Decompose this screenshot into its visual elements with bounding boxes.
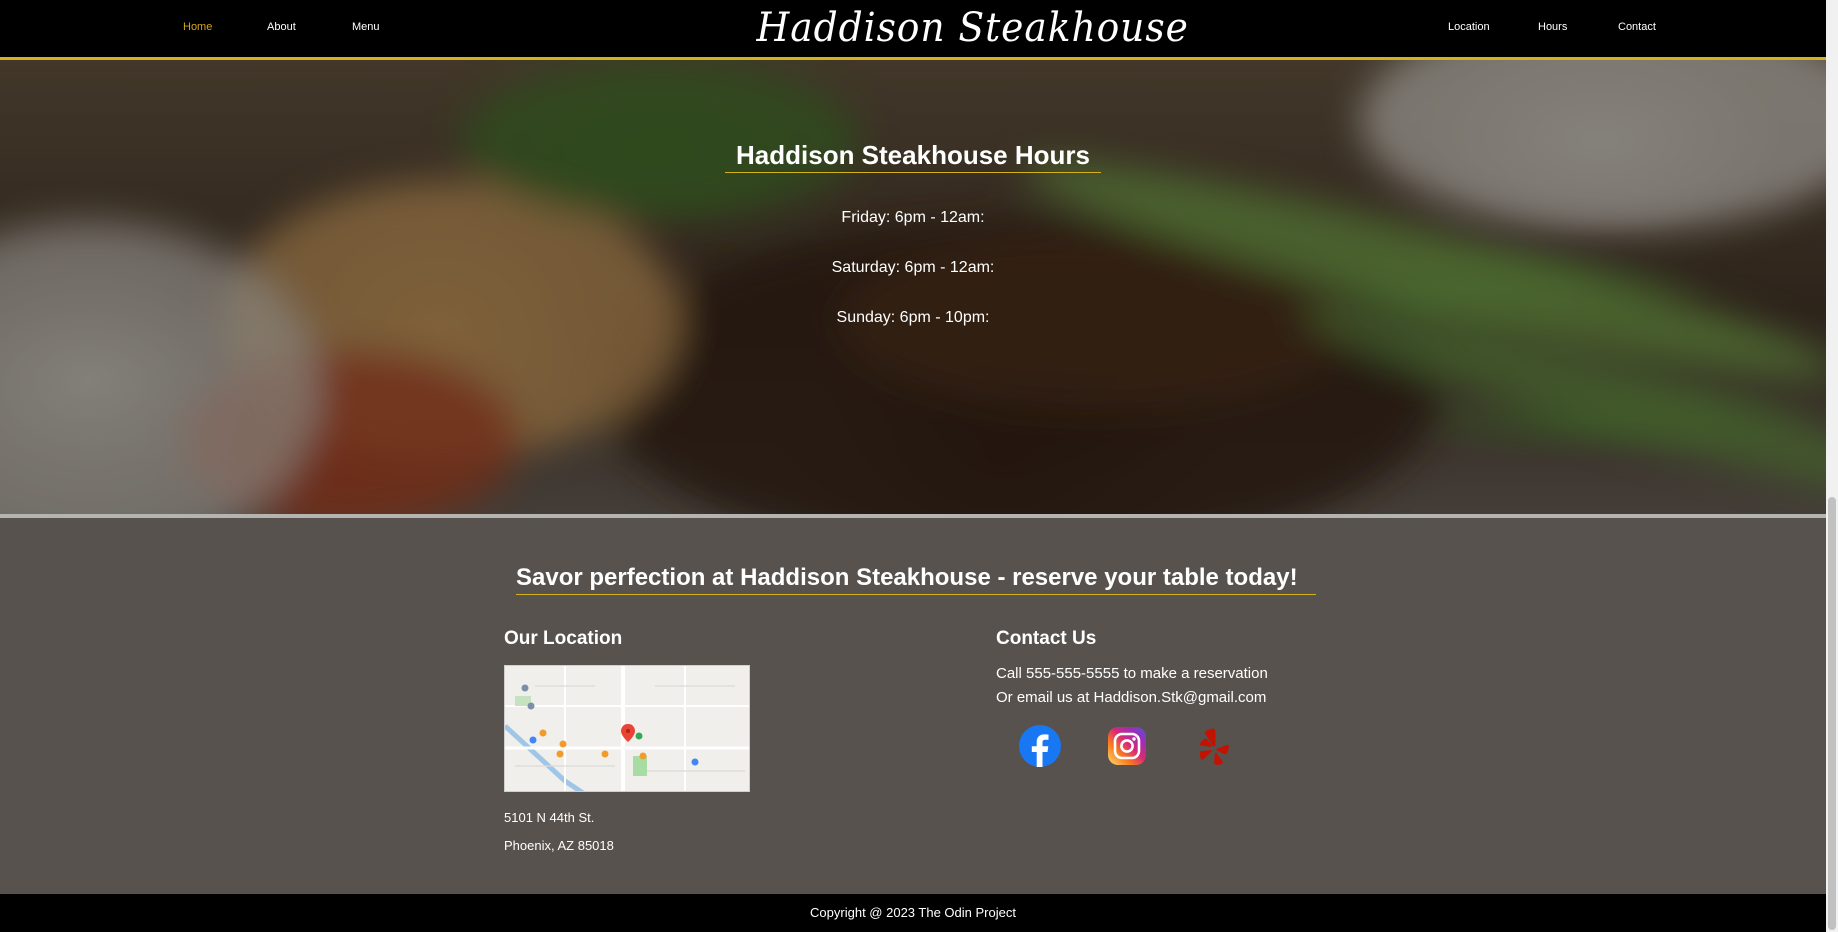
nav-menu-link[interactable]: Menu: [352, 21, 380, 33]
nav-location-link[interactable]: Location: [1448, 21, 1490, 33]
nav-contact-link[interactable]: Contact: [1618, 21, 1656, 33]
address-line-2: Phoenix, AZ 85018: [504, 838, 614, 853]
contact-section: Savor perfection at Haddison Steakhouse …: [0, 518, 1826, 894]
page: Home About Menu Haddison Steakhouse Loca…: [0, 0, 1826, 932]
contact-title: Contact Us: [996, 628, 1097, 649]
email-line: Or email us at Haddison.Stk@gmail.com: [996, 689, 1267, 706]
nav-about-link[interactable]: About: [267, 21, 296, 33]
instagram-icon[interactable]: [1106, 725, 1148, 767]
hours-sunday: Sunday: 6pm - 10pm:: [836, 309, 990, 326]
nav-hours-link[interactable]: Hours: [1538, 21, 1567, 33]
copyright-text: Copyright @ 2023 The Odin Project: [810, 905, 1016, 920]
yelp-icon[interactable]: [1193, 725, 1235, 767]
header: Home About Menu Haddison Steakhouse Loca…: [0, 0, 1826, 60]
page-scrollbar[interactable]: [1826, 0, 1838, 932]
brand-logo[interactable]: Haddison Steakhouse: [757, 0, 1188, 57]
reservation-callout: Savor perfection at Haddison Steakhouse …: [516, 562, 1316, 595]
hours-friday: Friday: 6pm - 12am:: [841, 209, 985, 226]
hero-overlay: [0, 60, 1826, 514]
hours-saturday: Saturday: 6pm - 12am:: [831, 259, 995, 276]
location-map[interactable]: [504, 665, 750, 792]
address-line-1: 5101 N 44th St.: [504, 810, 595, 825]
nav-home-link[interactable]: Home: [183, 21, 212, 33]
hours-title: Haddison Steakhouse Hours: [0, 140, 1826, 173]
hours-hero: Haddison Steakhouse Hours Friday: 6pm - …: [0, 60, 1826, 514]
phone-line: Call 555-555-5555 to make a reservation: [996, 665, 1268, 682]
footer: Copyright @ 2023 The Odin Project: [0, 894, 1826, 932]
location-title: Our Location: [504, 628, 623, 649]
facebook-icon[interactable]: [1019, 725, 1061, 767]
scrollbar-thumb[interactable]: [1828, 497, 1836, 930]
